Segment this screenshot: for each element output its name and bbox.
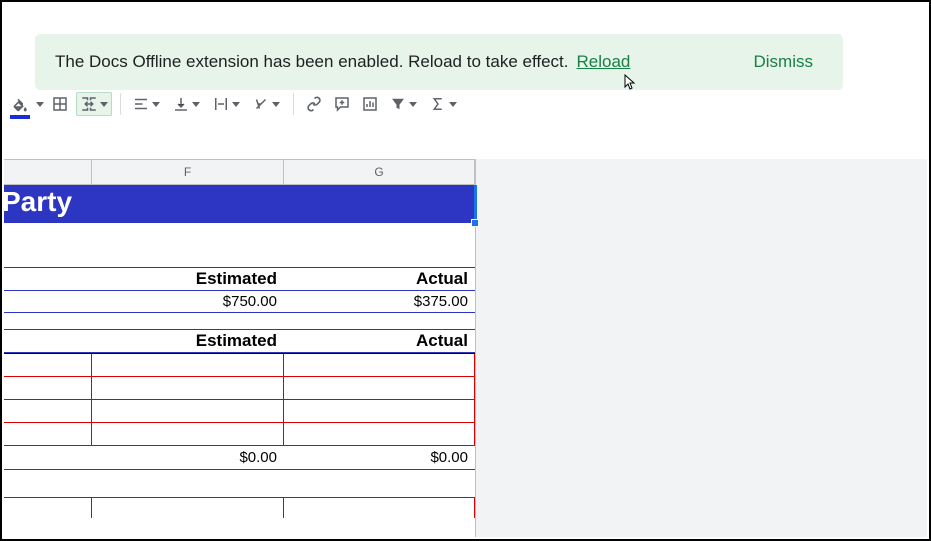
sheet-empty-area <box>475 159 927 537</box>
column-header-f[interactable]: F <box>92 160 284 184</box>
section1-value-estimated[interactable]: $750.00 <box>92 291 284 312</box>
section2-input-block[interactable] <box>4 353 475 446</box>
paint-bucket-icon[interactable] <box>8 92 32 116</box>
selection-handle[interactable] <box>471 219 479 227</box>
section1-header-row[interactable]: Estimated Actual <box>4 267 475 291</box>
section2-header-estimated[interactable]: Estimated <box>92 330 284 352</box>
empty-row[interactable] <box>4 223 475 267</box>
section2-header-row[interactable]: Estimated Actual <box>4 329 475 353</box>
functions-sigma-icon[interactable] <box>426 92 462 116</box>
reload-link[interactable]: Reload <box>577 52 631 72</box>
column-header-g[interactable]: G <box>284 160 475 184</box>
offline-extension-banner: The Docs Offline extension has been enab… <box>35 34 843 90</box>
horizontal-align-icon[interactable] <box>129 92 165 116</box>
section1-header-estimated[interactable]: Estimated <box>92 268 284 290</box>
section1-header-actual[interactable]: Actual <box>284 268 475 290</box>
section2-total-actual[interactable]: $0.00 <box>284 446 475 469</box>
section1-value-actual[interactable]: $375.00 <box>284 291 475 312</box>
empty-row[interactable] <box>4 470 475 498</box>
title-merged-cell[interactable]: Party <box>4 185 475 223</box>
filter-icon[interactable] <box>386 92 422 116</box>
paint-color-indicator <box>10 115 30 119</box>
column-header-e[interactable] <box>4 160 92 184</box>
toolbar-separator <box>293 93 294 115</box>
merge-cells-icon[interactable] <box>76 92 112 116</box>
insert-chart-icon[interactable] <box>358 92 382 116</box>
insert-link-icon[interactable] <box>302 92 326 116</box>
text-rotation-icon[interactable] <box>249 92 285 116</box>
banner-message: The Docs Offline extension has been enab… <box>55 52 569 72</box>
borders-icon[interactable] <box>48 92 72 116</box>
text-wrap-icon[interactable] <box>209 92 245 116</box>
dismiss-button[interactable]: Dismiss <box>754 52 814 72</box>
spreadsheet-grid[interactable]: Party Estimated Actual $750.00 $375.00 E… <box>4 185 475 518</box>
section2-total-estimated[interactable]: $0.00 <box>92 446 284 469</box>
title-text: Party <box>2 186 72 218</box>
toolbar-separator <box>120 93 121 115</box>
column-header-row: F G <box>4 159 475 185</box>
dropdown-caret-icon[interactable] <box>36 102 44 107</box>
section2-header-actual[interactable]: Actual <box>284 330 475 352</box>
insert-comment-icon[interactable] <box>330 92 354 116</box>
vertical-align-icon[interactable] <box>169 92 205 116</box>
formatting-toolbar <box>8 91 462 117</box>
section1-value-row[interactable]: $750.00 $375.00 <box>4 291 475 313</box>
selection-border <box>474 185 477 223</box>
section3-row[interactable] <box>4 498 475 518</box>
section2-total-row[interactable]: $0.00 $0.00 <box>4 446 475 470</box>
empty-row[interactable] <box>4 313 475 329</box>
